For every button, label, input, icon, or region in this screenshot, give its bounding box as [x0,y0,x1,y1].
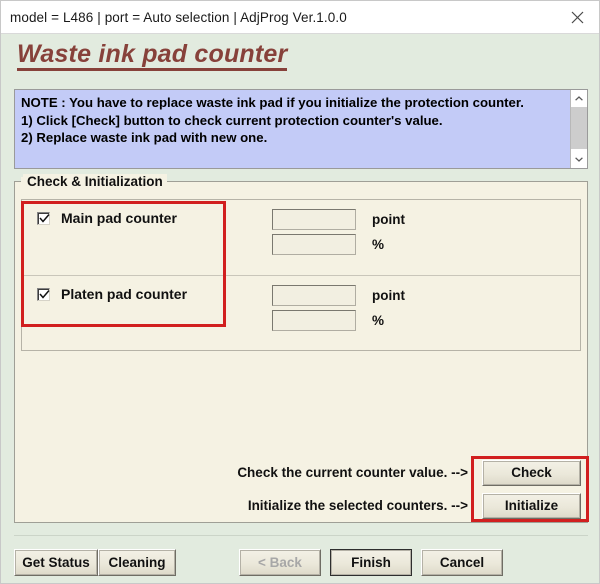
main-pad-point-unit: point [372,212,405,227]
platen-pad-checkbox-cell[interactable]: Platen pad counter [22,276,272,302]
platen-pad-percent-input[interactable] [272,310,356,331]
initialize-action-prompt: Initialize the selected counters. --> [247,498,468,513]
main-pad-percent-line: % [272,234,580,255]
scrollbar-thumb[interactable] [571,107,587,149]
window-titlebar: model = L486 | port = Auto selection | A… [1,1,599,34]
check-action-line: Check the current counter value. --> Che… [191,459,581,486]
note-box: NOTE : You have to replace waste ink pad… [14,89,588,169]
platen-pad-percent-line: % [272,310,580,331]
main-pad-checkbox-cell[interactable]: Main pad counter [22,200,272,226]
window-title: model = L486 | port = Auto selection | A… [10,9,347,25]
check-action-prompt: Check the current counter value. --> [237,465,468,480]
cleaning-button[interactable]: Cleaning [98,549,176,576]
platen-pad-point-input[interactable] [272,285,356,306]
finish-button[interactable]: Finish [330,549,412,576]
close-icon[interactable] [555,1,599,33]
footer-bar: Get Status Cleaning < Back Finish Cancel [1,545,599,583]
note-line-1: NOTE : You have to replace waste ink pad… [21,95,524,110]
chevron-down-icon[interactable] [571,151,587,168]
back-button: < Back [239,549,321,576]
checkbox-main-pad-counter[interactable] [37,211,50,225]
counter-row-main: Main pad counter point % [22,200,580,275]
main-pad-percent-unit: % [372,237,385,252]
checkbox-label-platen-pad-counter: Platen pad counter [61,286,188,302]
counter-row-platen: Platen pad counter point % [22,275,580,350]
get-status-button[interactable]: Get Status [14,549,98,576]
groupbox-title: Check & Initialization [23,174,167,189]
page-title: Waste ink pad counter [17,41,288,72]
check-button[interactable]: Check [482,459,581,486]
initialize-button[interactable]: Initialize [482,492,581,519]
main-pad-fields: point % [272,200,580,259]
note-line-3: 2) Replace waste ink pad with new one. [21,130,268,146]
platen-pad-point-unit: point [372,288,405,303]
checkbox-platen-pad-counter[interactable] [37,287,50,301]
checkbox-label-main-pad-counter: Main pad counter [61,210,177,226]
platen-pad-percent-unit: % [372,313,385,328]
chevron-up-icon[interactable] [571,90,587,107]
counter-list-panel: Main pad counter point % Platen pad coun… [21,199,581,351]
note-text: NOTE : You have to replace waste ink pad… [15,90,570,168]
initialize-action-line: Initialize the selected counters. --> In… [191,492,581,519]
main-pad-percent-input[interactable] [272,234,356,255]
main-pad-point-line: point [272,209,580,230]
footer-separator [14,535,588,536]
action-area: Check the current counter value. --> Che… [191,459,581,525]
main-pad-point-input[interactable] [272,209,356,230]
note-scrollbar[interactable] [570,90,587,168]
cancel-button[interactable]: Cancel [421,549,503,576]
platen-pad-fields: point % [272,276,580,335]
adjprog-window: model = L486 | port = Auto selection | A… [0,0,600,584]
footer-nav-buttons: < Back Finish Cancel [239,549,503,576]
platen-pad-point-line: point [272,285,580,306]
footer-left-buttons: Get Status Cleaning [14,549,176,576]
note-line-2: 1) Click [Check] button to check current… [21,112,443,128]
